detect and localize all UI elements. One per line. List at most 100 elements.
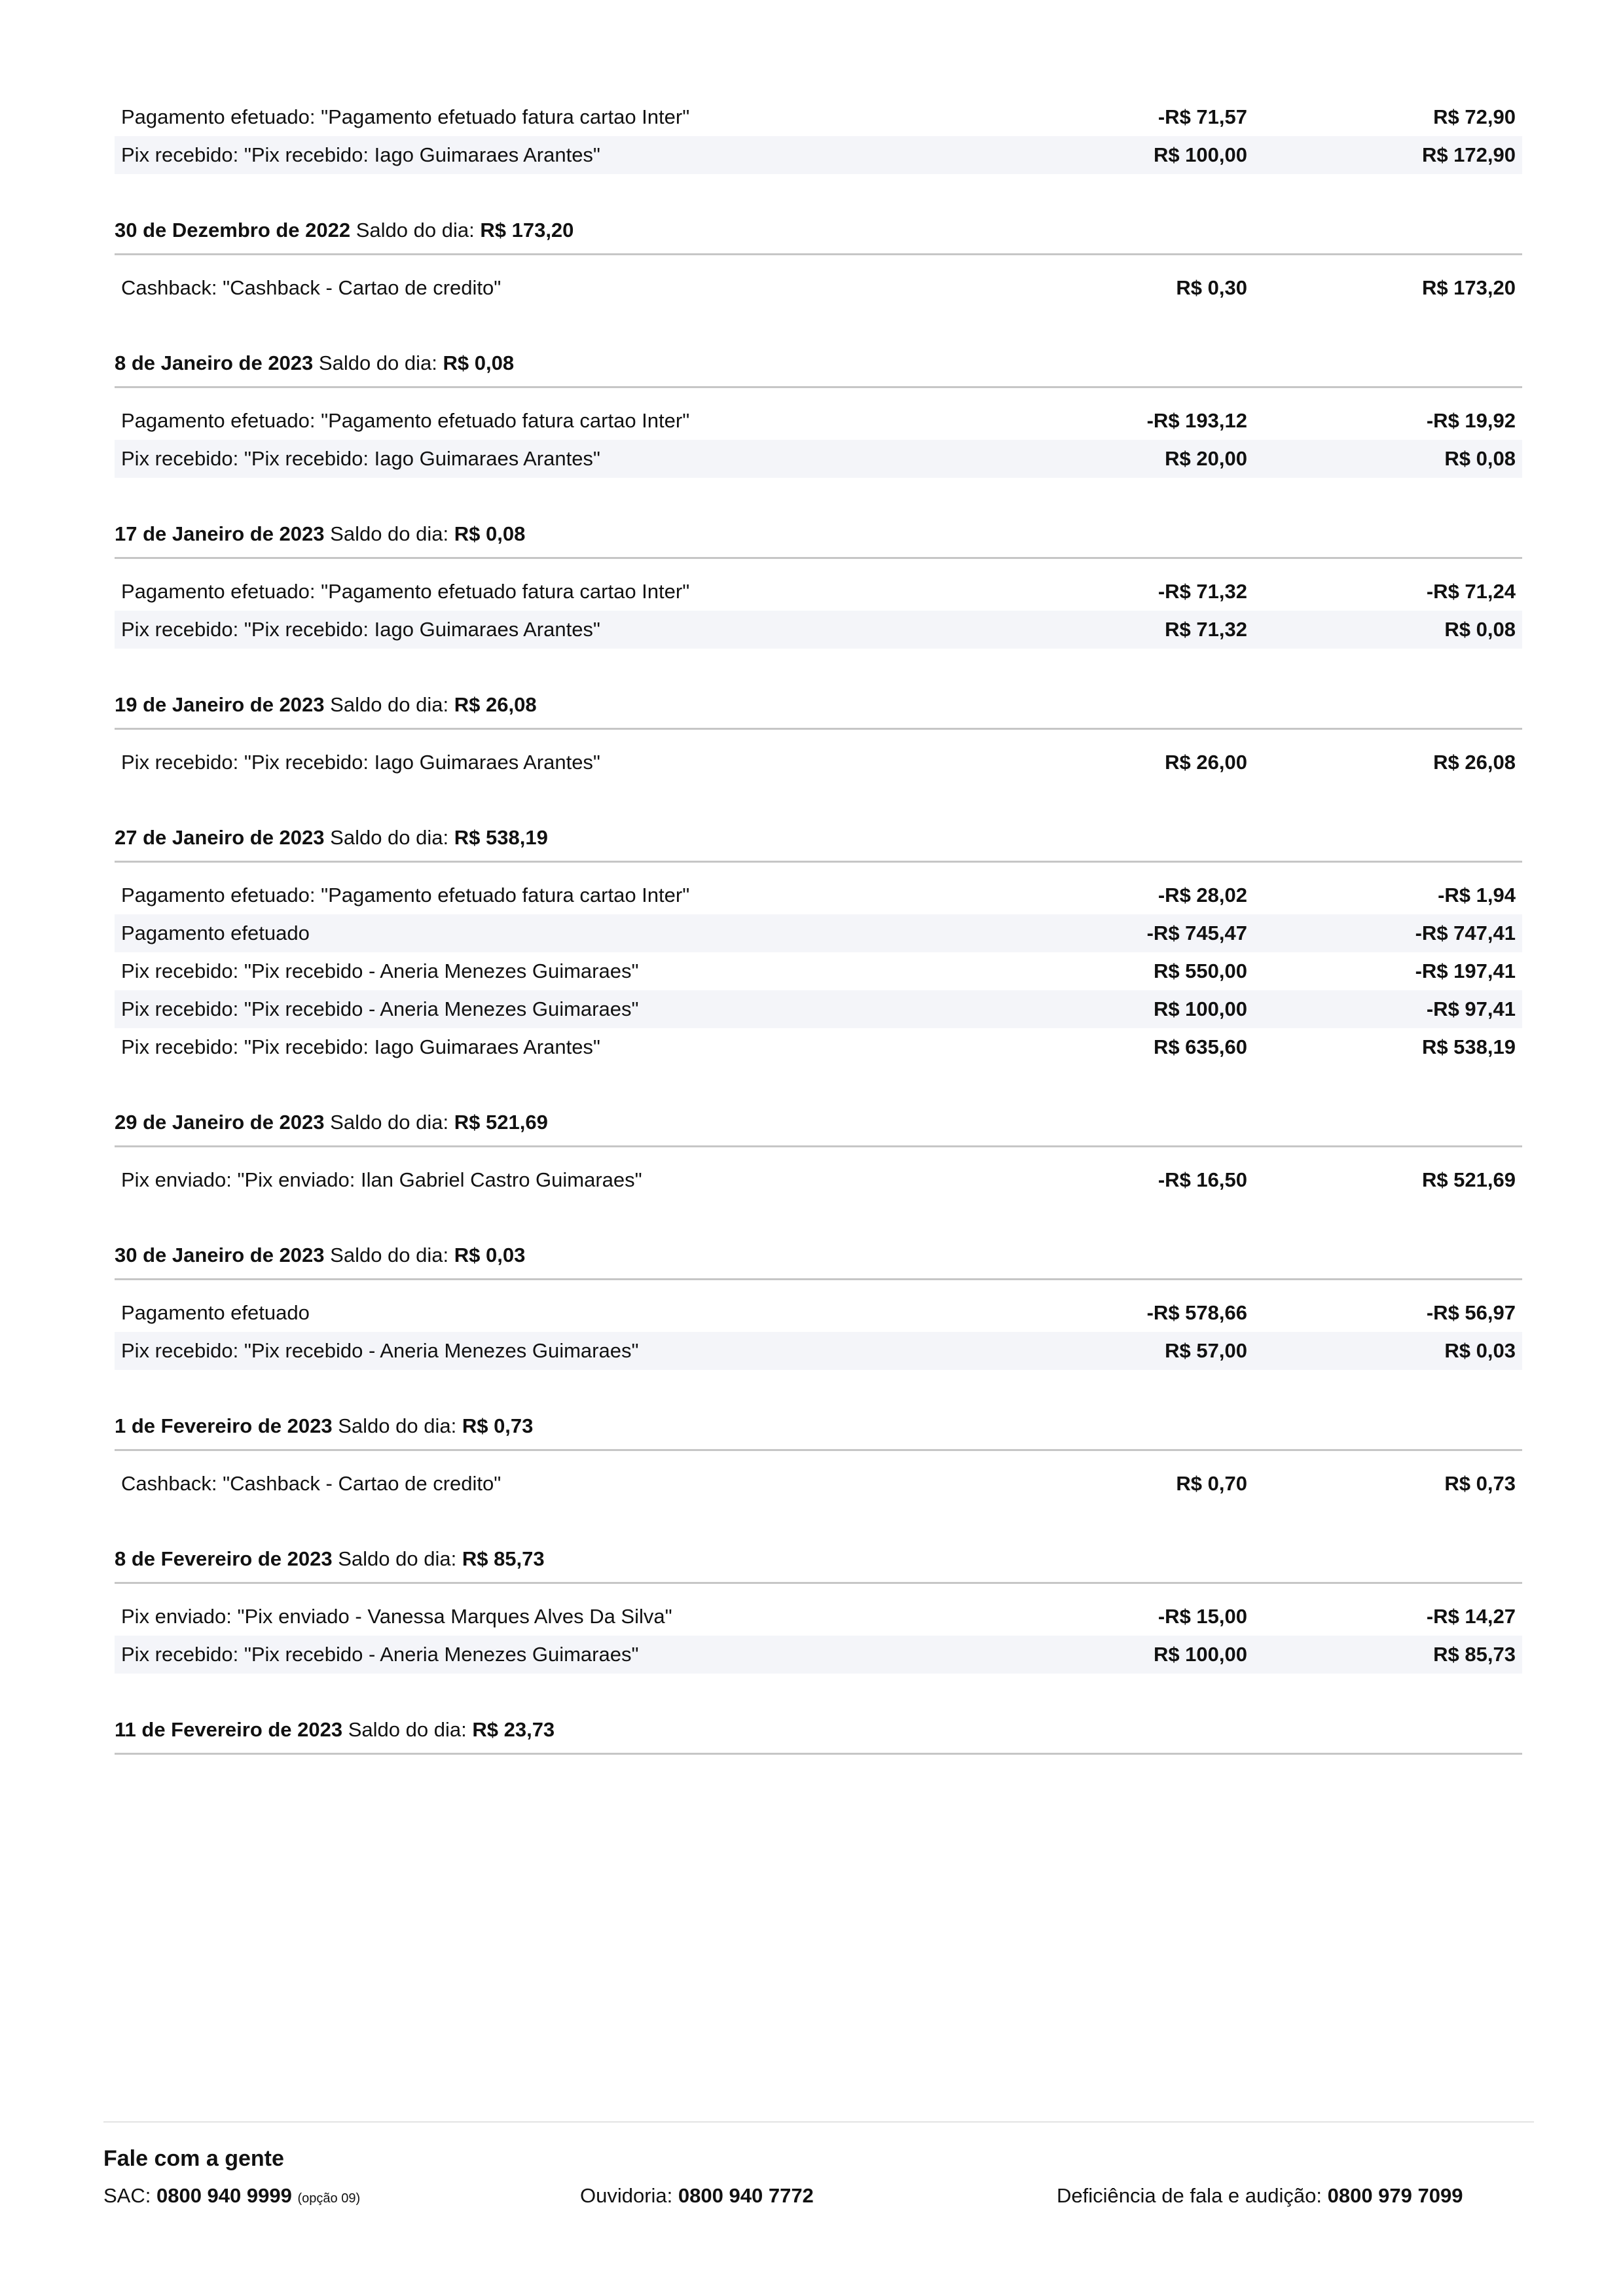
transaction-amount: -R$ 745,47 [1146,922,1247,944]
transaction-description: Pagamento efetuado: "Pagamento efetuado … [121,409,690,432]
day-balance: R$ 521,69 [454,1111,548,1134]
transaction-amount: R$ 100,00 [1153,143,1247,166]
transaction-row: Cashback: "Cashback - Cartao de credito"… [115,1465,1522,1503]
transaction-row: Pix recebido: "Pix recebido - Aneria Men… [115,1636,1522,1674]
transaction-amount: R$ 550,00 [1153,960,1247,982]
transaction-row: Pagamento efetuado: "Pagamento efetuado … [115,573,1522,611]
statement-page: Pagamento efetuado: "Pagamento efetuado … [0,0,1623,2296]
day-spacer [115,1449,1522,1465]
transaction-amount: R$ 100,00 [1153,1643,1247,1666]
transaction-row: Pagamento efetuado: "Pagamento efetuado … [115,98,1522,136]
day-date: 19 de Janeiro de 2023 [115,693,325,716]
day-header-line: 29 de Janeiro de 2023 Saldo do dia: R$ 5… [115,1112,548,1132]
transaction-balance: R$ 0,08 [1444,447,1516,470]
day-balance-label: Saldo do dia: [348,1718,467,1741]
day-balance: R$ 538,19 [454,826,548,849]
transaction-description: Pix recebido: "Pix recebido - Aneria Men… [121,1643,639,1666]
day-balance: R$ 23,73 [472,1718,555,1741]
ouvidoria-label: Ouvidoria: [580,2184,673,2207]
transaction-balance: R$ 85,73 [1433,1643,1516,1666]
day-header-line: 30 de Dezembro de 2022 Saldo do dia: R$ … [115,220,574,240]
transaction-row: Pix recebido: "Pix recebido - Aneria Men… [115,952,1522,990]
day-balance: R$ 0,08 [443,351,515,374]
day-balance-label: Saldo do dia: [318,351,437,374]
transaction-balance: R$ 173,20 [1421,276,1516,299]
day-header-line: 30 de Janeiro de 2023 Saldo do dia: R$ 0… [115,1245,525,1265]
transaction-description: Pagamento efetuado [121,1301,310,1324]
transaction-row: Pagamento efetuado: "Pagamento efetuado … [115,402,1522,440]
day-balance-label: Saldo do dia: [330,1111,449,1134]
ouvidoria-number: 0800 940 7772 [678,2184,814,2207]
day-date: 27 de Janeiro de 2023 [115,826,325,849]
deficiencia-contact: Deficiência de fala e audição: 0800 979 … [1057,2184,1463,2208]
transaction-row: Pix enviado: "Pix enviado: Ilan Gabriel … [115,1161,1522,1199]
transaction-row: Pix recebido: "Pix recebido: Iago Guimar… [115,744,1522,781]
transaction-description: Pix recebido: "Pix recebido: Iago Guimar… [121,143,600,166]
transaction-row: Pagamento efetuado: "Pagamento efetuado … [115,876,1522,914]
transaction-description: Pix recebido: "Pix recebido: Iago Guimar… [121,751,600,774]
transaction-balance: -R$ 197,41 [1415,960,1516,982]
day-balance-label: Saldo do dia: [330,826,449,849]
day-divider [115,861,1522,863]
day-balance: R$ 26,08 [454,693,537,716]
day-divider [115,557,1522,559]
transaction-row: Pix recebido: "Pix recebido: Iago Guimar… [115,136,1522,174]
day-balance-label: Saldo do dia: [356,219,475,242]
day-divider [115,1582,1522,1584]
day-balance: R$ 85,73 [462,1547,545,1570]
day-spacer [115,557,1522,573]
sac-label: SAC: [103,2184,151,2207]
transaction-balance: R$ 72,90 [1433,105,1516,128]
day-header: 8 de Janeiro de 2023 Saldo do dia: R$ 0,… [115,307,1522,388]
day-spacer [115,386,1522,402]
day-balance-label: Saldo do dia: [338,1547,457,1570]
day-header: 1 de Fevereiro de 2023 Saldo do dia: R$ … [115,1370,1522,1451]
day-balance-label: Saldo do dia: [330,693,449,716]
day-balance: R$ 173,20 [480,219,574,242]
day-date: 8 de Janeiro de 2023 [115,351,314,374]
transaction-balance: -R$ 71,24 [1426,580,1516,603]
transaction-amount: R$ 20,00 [1165,447,1247,470]
transaction-row: Pix recebido: "Pix recebido: Iago Guimar… [115,611,1522,649]
day-spacer [115,253,1522,269]
transaction-amount: -R$ 16,50 [1158,1168,1247,1191]
transaction-balance: -R$ 14,27 [1426,1605,1516,1628]
day-date: 30 de Dezembro de 2022 [115,219,351,242]
transaction-balance: R$ 26,08 [1433,751,1516,774]
day-divider [115,386,1522,388]
transaction-list: Pagamento efetuado: "Pagamento efetuado … [115,98,1522,1755]
transaction-description: Cashback: "Cashback - Cartao de credito" [121,276,501,299]
transaction-description: Pagamento efetuado: "Pagamento efetuado … [121,580,690,603]
day-divider [115,1145,1522,1147]
day-header: 27 de Janeiro de 2023 Saldo do dia: R$ 5… [115,781,1522,863]
day-spacer [115,728,1522,744]
transaction-row: Pix recebido: "Pix recebido: Iago Guimar… [115,1028,1522,1066]
day-divider [115,728,1522,730]
day-header: 8 de Fevereiro de 2023 Saldo do dia: R$ … [115,1503,1522,1584]
transaction-description: Pix recebido: "Pix recebido: Iago Guimar… [121,447,600,470]
day-balance: R$ 0,08 [454,522,526,545]
deficiencia-number: 0800 979 7099 [1327,2184,1463,2207]
day-balance: R$ 0,73 [462,1414,534,1437]
transaction-description: Pix enviado: "Pix enviado - Vanessa Marq… [121,1605,672,1628]
transaction-amount: R$ 0,30 [1176,276,1247,299]
footer-divider [103,2121,1534,2123]
day-header: 29 de Janeiro de 2023 Saldo do dia: R$ 5… [115,1066,1522,1147]
day-balance: R$ 0,03 [454,1244,526,1266]
transaction-amount: R$ 635,60 [1153,1035,1247,1058]
transaction-description: Pix recebido: "Pix recebido - Aneria Men… [121,997,639,1020]
transaction-amount: -R$ 28,02 [1158,884,1247,906]
day-spacer [115,1278,1522,1294]
day-date: 1 de Fevereiro de 2023 [115,1414,333,1437]
sac-note: (opção 09) [297,2191,361,2206]
day-divider [115,1449,1522,1451]
transaction-balance: R$ 172,90 [1421,143,1516,166]
transaction-balance: -R$ 19,92 [1426,409,1516,432]
transaction-row: Pix enviado: "Pix enviado - Vanessa Marq… [115,1598,1522,1636]
transaction-description: Pix recebido: "Pix recebido - Aneria Men… [121,1339,639,1362]
day-header-line: 19 de Janeiro de 2023 Saldo do dia: R$ 2… [115,694,537,715]
day-header: 30 de Janeiro de 2023 Saldo do dia: R$ 0… [115,1199,1522,1280]
transaction-description: Pix recebido: "Pix recebido - Aneria Men… [121,960,639,982]
day-date: 11 de Fevereiro de 2023 [115,1718,343,1741]
transaction-amount: R$ 0,70 [1176,1472,1247,1495]
